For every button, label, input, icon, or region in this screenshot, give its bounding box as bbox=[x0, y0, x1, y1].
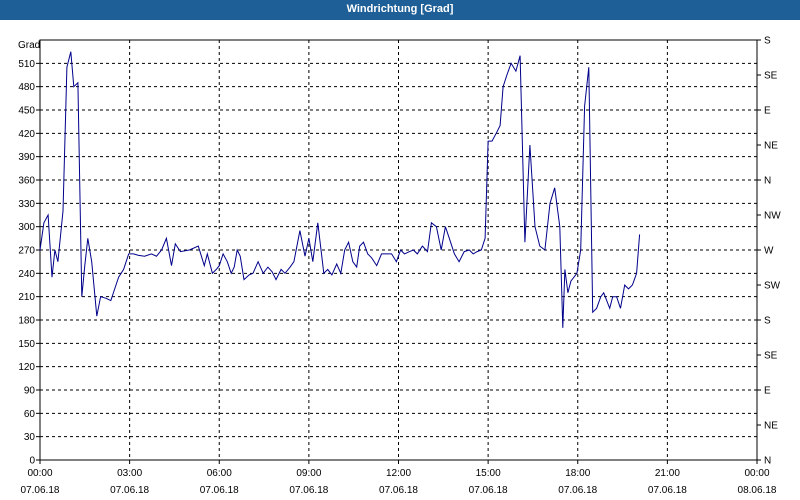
right-axis-ticks: N NE E SE S SW W NW N NE E SE S bbox=[757, 36, 781, 467]
right-tick-label: NE bbox=[764, 141, 778, 152]
x-tick-time: 06:00 bbox=[207, 468, 232, 479]
y-tick-label: 60 bbox=[24, 409, 36, 420]
y-tick-label: 480 bbox=[18, 82, 35, 93]
x-tick-time: 15:00 bbox=[476, 468, 501, 479]
x-tick-date: 07.06.18 bbox=[110, 485, 149, 496]
right-tick-label: W bbox=[764, 246, 774, 257]
y-tick-label: 300 bbox=[18, 222, 35, 233]
y-tick-label: 420 bbox=[18, 129, 35, 140]
y-tick-label: 330 bbox=[18, 199, 35, 210]
y-tick-label: 30 bbox=[24, 432, 36, 443]
right-tick-label: N bbox=[764, 456, 771, 467]
x-tick-time: 12:00 bbox=[386, 468, 411, 479]
x-tick-time: 09:00 bbox=[296, 468, 321, 479]
x-tick-time: 03:00 bbox=[117, 468, 142, 479]
y-tick-label: 510 bbox=[18, 59, 35, 70]
y-tick-label: 210 bbox=[18, 292, 35, 303]
left-axis-ticks: 0 30 60 90 120 150 180 210 240 270 300 330 360 390 420… bbox=[18, 59, 40, 467]
x-tick-date: 07.06.18 bbox=[289, 485, 328, 496]
x-tick-time: 18:00 bbox=[565, 468, 590, 479]
y-tick-label: 150 bbox=[18, 339, 35, 350]
grid-lines bbox=[40, 40, 757, 460]
x-tick-date: 07.06.18 bbox=[21, 485, 60, 496]
x-tick-date: 07.06.18 bbox=[379, 485, 418, 496]
right-tick-label: SW bbox=[764, 281, 781, 292]
y-tick-label: 390 bbox=[18, 152, 35, 163]
wind-direction-chart: Grad 0 30 60 90 120 150 180 210 240 270 300 330 360 3… bbox=[18, 36, 781, 497]
right-tick-label: N bbox=[764, 176, 771, 187]
y-tick-label: 450 bbox=[18, 106, 35, 117]
right-tick-label: E bbox=[764, 106, 771, 117]
right-tick-label: NE bbox=[764, 421, 778, 432]
y-tick-label: 360 bbox=[18, 176, 35, 187]
right-tick-label: S bbox=[764, 316, 771, 327]
x-tick-date: 07.06.18 bbox=[469, 485, 508, 496]
x-tick-time: 21:00 bbox=[655, 468, 680, 479]
chart-title: Windrichtung [Grad] bbox=[0, 0, 800, 20]
y-tick-label: 0 bbox=[29, 456, 35, 467]
y-axis-label: Grad bbox=[18, 40, 40, 51]
x-tick-date: 07.06.18 bbox=[648, 485, 687, 496]
y-tick-label: 120 bbox=[18, 362, 35, 373]
y-tick-label: 270 bbox=[18, 246, 35, 257]
x-tick-time: 00:00 bbox=[744, 468, 769, 479]
x-tick-date: 07.06.18 bbox=[200, 485, 239, 496]
right-tick-label: NW bbox=[764, 211, 781, 222]
right-tick-label: E bbox=[764, 386, 771, 397]
right-tick-label: SE bbox=[764, 351, 778, 362]
right-tick-label: S bbox=[764, 36, 771, 47]
x-tick-date: 08.06.18 bbox=[738, 485, 777, 496]
y-tick-label: 240 bbox=[18, 269, 35, 280]
y-tick-label: 90 bbox=[24, 386, 36, 397]
right-tick-label: SE bbox=[764, 71, 778, 82]
x-axis-ticks: 00:00 07.06.18 03:00 07.06.18 06:00 07.06.18 0… bbox=[21, 460, 777, 496]
x-tick-date: 07.06.18 bbox=[558, 485, 597, 496]
x-tick-time: 00:00 bbox=[27, 468, 52, 479]
y-tick-label: 180 bbox=[18, 316, 35, 327]
